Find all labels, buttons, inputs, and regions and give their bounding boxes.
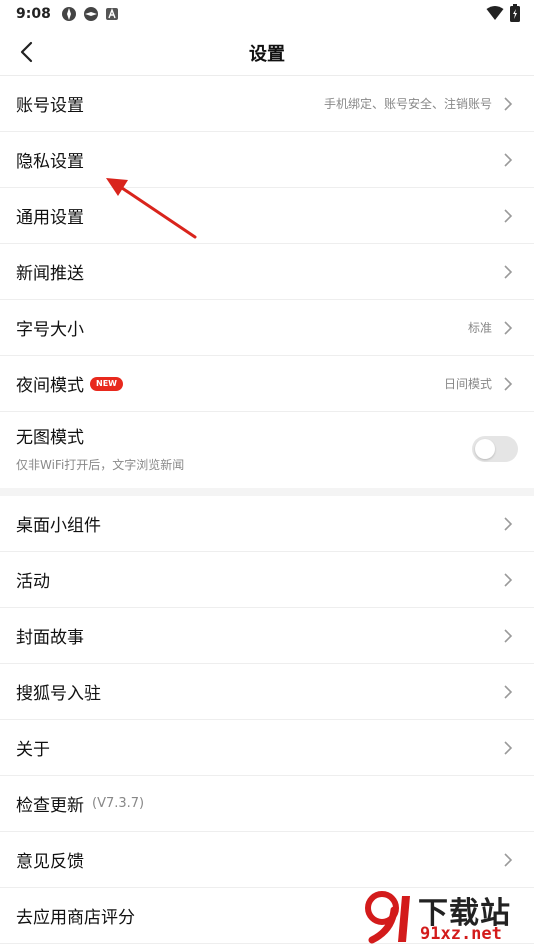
settings-item-font-size[interactable]: 字号大小 标准 xyxy=(0,300,534,356)
version-label: (V7.3.7) xyxy=(92,796,145,811)
settings-item-check-update[interactable]: 检查更新 (V7.3.7) xyxy=(0,776,534,832)
app-notification-icon xyxy=(83,7,98,21)
chevron-right-icon xyxy=(504,684,513,699)
status-notification-icons xyxy=(61,6,119,22)
watermark-url: 91xz.net xyxy=(420,924,502,944)
section-divider xyxy=(0,488,534,496)
no-image-mode-toggle[interactable] xyxy=(472,436,518,462)
settings-item-label: 通用设置 xyxy=(16,208,84,228)
settings-item-label: 无图模式 xyxy=(16,428,84,448)
settings-item-label: 去应用商店评分 xyxy=(16,908,135,928)
settings-item-label: 账号设置 xyxy=(16,96,84,116)
settings-item-account[interactable]: 账号设置 手机绑定、账号安全、注销账号 xyxy=(0,76,534,132)
settings-item-privacy[interactable]: 隐私设置 xyxy=(0,132,534,188)
settings-item-label: 搜狐号入驻 xyxy=(16,684,101,704)
settings-item-label: 字号大小 xyxy=(16,320,84,340)
settings-item-subtitle: 仅非WiFi打开后，文字浏览新闻 xyxy=(16,458,185,472)
chevron-right-icon xyxy=(504,96,513,111)
settings-item-label: 检查更新 xyxy=(16,796,84,816)
chevron-right-icon xyxy=(504,152,513,167)
watermark: 下载站 91xz.net xyxy=(358,886,528,946)
status-time: 9:08 xyxy=(16,6,51,22)
status-bar: 9:08 xyxy=(0,0,534,28)
settings-item-label: 活动 xyxy=(16,572,50,592)
settings-item-label: 桌面小组件 xyxy=(16,516,101,536)
settings-item-no-image-mode: 无图模式 仅非WiFi打开后，文字浏览新闻 xyxy=(0,412,534,488)
nav-bar: 设置 xyxy=(0,28,534,76)
status-system-icons xyxy=(486,4,520,22)
chevron-right-icon xyxy=(504,264,513,279)
settings-item-label: 隐私设置 xyxy=(16,152,84,172)
chevron-right-icon xyxy=(504,852,513,867)
settings-item-label: 意见反馈 xyxy=(16,852,84,872)
chevron-right-icon xyxy=(504,208,513,223)
settings-item-value: 日间模式 xyxy=(443,377,492,391)
settings-item-cover-story[interactable]: 封面故事 xyxy=(0,608,534,664)
watermark-logo-icon xyxy=(365,891,410,944)
settings-item-general[interactable]: 通用设置 xyxy=(0,188,534,244)
toggle-knob xyxy=(475,439,495,459)
chevron-right-icon xyxy=(504,572,513,587)
wifi-icon xyxy=(486,6,504,20)
chevron-right-icon xyxy=(504,740,513,755)
chevron-right-icon xyxy=(504,376,513,391)
chevron-right-icon xyxy=(504,628,513,643)
settings-item-label: 关于 xyxy=(16,740,50,760)
settings-item-activity[interactable]: 活动 xyxy=(0,552,534,608)
page-title: 设置 xyxy=(249,44,285,65)
settings-item-label: 新闻推送 xyxy=(16,264,84,284)
a-letter-icon xyxy=(105,8,118,20)
settings-item-value: 标准 xyxy=(467,321,492,335)
settings-item-sohu-account[interactable]: 搜狐号入驻 xyxy=(0,664,534,720)
settings-item-about[interactable]: 关于 xyxy=(0,720,534,776)
app-notification-icon xyxy=(61,7,76,21)
settings-item-label: 夜间模式 xyxy=(16,376,84,396)
chevron-right-icon xyxy=(504,320,513,335)
settings-item-night-mode[interactable]: 夜间模式 NEW 日间模式 xyxy=(0,356,534,412)
settings-item-label: 封面故事 xyxy=(16,628,84,648)
chevron-right-icon xyxy=(504,516,513,531)
settings-item-value: 手机绑定、账号安全、注销账号 xyxy=(323,97,492,111)
new-badge: NEW xyxy=(90,376,123,391)
battery-icon xyxy=(510,4,520,22)
settings-item-news-push[interactable]: 新闻推送 xyxy=(0,244,534,300)
settings-item-feedback[interactable]: 意见反馈 xyxy=(0,832,534,888)
settings-item-desktop-widget[interactable]: 桌面小组件 xyxy=(0,496,534,552)
settings-list: 账号设置 手机绑定、账号安全、注销账号 隐私设置 通用设置 新闻推送 字号大小 … xyxy=(0,76,534,944)
